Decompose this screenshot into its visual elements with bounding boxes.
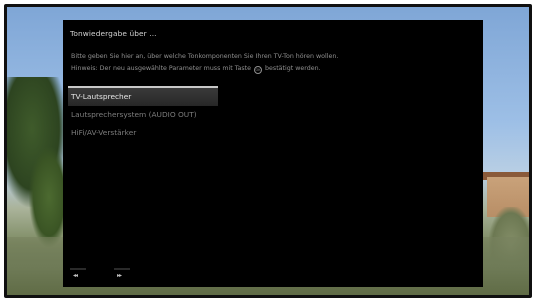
- hint-text-before: Hinweis: Der neu ausgewählte Parameter m…: [71, 65, 252, 72]
- audio-output-option-list: TV-Lautsprecher Lautsprechersystem (AUDI…: [68, 86, 218, 142]
- dialog-description: Bitte geben Sie hier an, über welche Ton…: [71, 51, 471, 75]
- rewind-icon: ◂◂: [73, 272, 78, 279]
- option-label: Lautsprechersystem (AUDIO OUT): [71, 110, 197, 119]
- rewind-hint[interactable]: ◂◂: [70, 268, 86, 280]
- hint-bar: [114, 268, 130, 270]
- option-speaker-system-audio-out[interactable]: Lautsprechersystem (AUDIO OUT): [68, 106, 218, 124]
- fast-forward-icon: ▸▸: [117, 272, 122, 279]
- description-line: Bitte geben Sie hier an, über welche Ton…: [71, 53, 339, 60]
- hint-bar: [70, 268, 86, 270]
- hint-text-after: bestätigt werden.: [265, 65, 321, 72]
- fast-forward-hint[interactable]: ▸▸: [114, 268, 130, 280]
- option-label: TV-Lautsprecher: [71, 92, 132, 101]
- description-hint-line: Hinweis: Der neu ausgewählte Parameter m…: [71, 63, 471, 75]
- option-hifi-av-amplifier[interactable]: HiFi/AV-Verstärker: [68, 124, 218, 142]
- audio-output-dialog: Tonwiedergabe über ... Bitte geben Sie h…: [63, 20, 483, 287]
- dialog-title: Tonwiedergabe über ...: [70, 29, 157, 38]
- option-tv-speakers[interactable]: TV-Lautsprecher: [68, 86, 218, 106]
- tv-screen: Tonwiedergabe über ... Bitte geben Sie h…: [4, 4, 532, 298]
- ok-button-icon: OK: [254, 66, 263, 74]
- option-label: HiFi/AV-Verstärker: [71, 128, 137, 137]
